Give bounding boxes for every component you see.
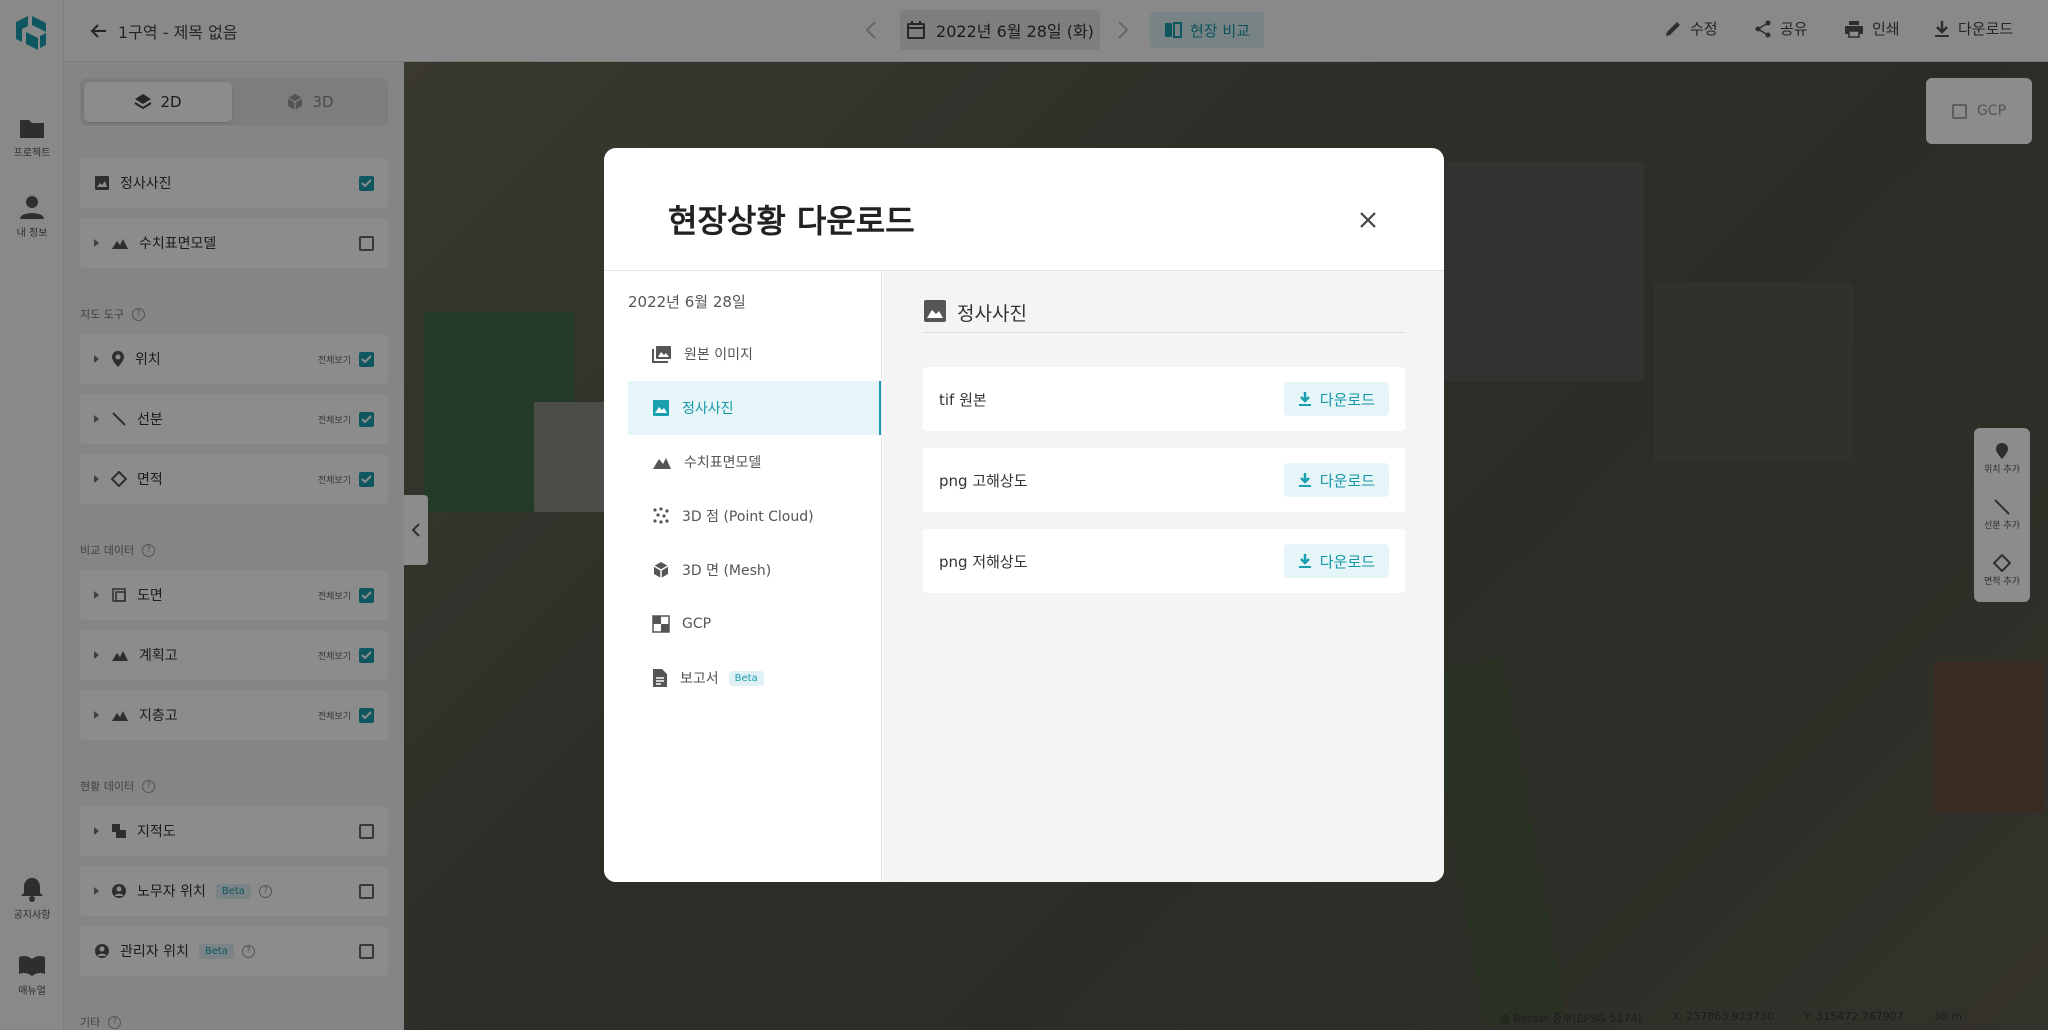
modal-content: 정사사진 tif 원본 다운로드 png 고해상도 다운로드 png 저해상도 …	[883, 271, 1444, 882]
nav-item-gcp[interactable]: GCP	[628, 597, 881, 651]
file-label: png 저해상도	[939, 552, 1028, 571]
content-title: 정사사진	[957, 303, 1027, 325]
nav-label: 3D 점 (Point Cloud)	[682, 509, 814, 525]
beta-badge: Beta	[728, 670, 764, 686]
images-icon	[652, 346, 671, 363]
file-row: png 저해상도 다운로드	[923, 529, 1405, 593]
modal-title: 현장상황 다운로드	[668, 202, 915, 240]
nav-label: 원본 이미지	[684, 347, 753, 363]
file-row: tif 원본 다운로드	[923, 367, 1405, 431]
nav-label: 보고서	[680, 671, 719, 687]
modal-nav: 2022년 6월 28일 원본 이미지 정사사진 수치표면모델 3D 점 (Po…	[604, 271, 882, 882]
download-modal: 현장상황 다운로드 2022년 6월 28일 원본 이미지 정사사진 수치표면모…	[604, 148, 1444, 882]
cube-icon	[653, 562, 669, 578]
file-download-button[interactable]: 다운로드	[1283, 544, 1389, 578]
file-download-button[interactable]: 다운로드	[1283, 463, 1389, 497]
download-label: 다운로드	[1319, 471, 1375, 490]
nav-item-raw-images[interactable]: 원본 이미지	[628, 327, 881, 381]
image-icon	[653, 400, 669, 416]
close-icon[interactable]	[1356, 208, 1380, 232]
nav-label: 3D 면 (Mesh)	[682, 563, 772, 579]
nav-item-report[interactable]: 보고서 Beta	[628, 651, 881, 705]
nav-label: GCP	[682, 616, 712, 632]
terrain-icon	[653, 458, 671, 469]
document-icon	[653, 669, 667, 687]
gcp-icon	[652, 615, 670, 633]
nav-label: 수치표면모델	[684, 455, 762, 471]
download-label: 다운로드	[1319, 552, 1375, 571]
download-icon	[1298, 554, 1311, 568]
image-icon	[924, 300, 946, 322]
file-download-button[interactable]: 다운로드	[1283, 382, 1389, 416]
nav-item-orthophoto[interactable]: 정사사진	[628, 381, 881, 435]
download-label: 다운로드	[1319, 390, 1375, 409]
file-label: png 고해상도	[939, 471, 1028, 490]
file-row: png 고해상도 다운로드	[923, 448, 1405, 512]
nav-item-mesh[interactable]: 3D 면 (Mesh)	[628, 543, 881, 597]
point-cloud-icon	[653, 507, 669, 524]
nav-item-point-cloud[interactable]: 3D 점 (Point Cloud)	[628, 489, 881, 543]
nav-label: 정사사진	[682, 401, 734, 417]
nav-date: 2022년 6월 28일	[628, 293, 746, 311]
content-header: 정사사진	[923, 299, 1405, 333]
download-icon	[1298, 473, 1311, 487]
nav-item-dsm[interactable]: 수치표면모델	[628, 435, 881, 489]
file-label: tif 원본	[939, 390, 987, 409]
download-icon	[1298, 392, 1311, 406]
